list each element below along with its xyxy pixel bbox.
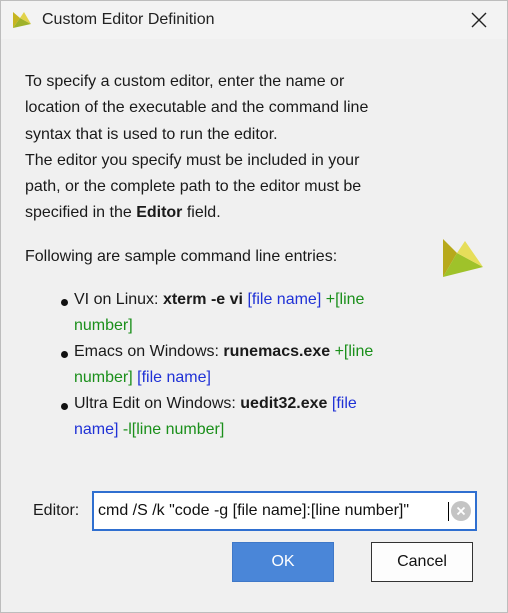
editor-field[interactable] xyxy=(92,491,477,531)
intro-line-2: location of the executable and the comma… xyxy=(25,99,369,117)
intro-line-1: To specify a custom editor, enter the na… xyxy=(25,73,345,90)
bullet-icon xyxy=(61,403,68,410)
custom-editor-dialog: Custom Editor Definition To specify a cu… xyxy=(0,0,508,613)
editor-input[interactable] xyxy=(98,493,450,529)
ok-button[interactable]: OK xyxy=(232,542,334,582)
text-cursor xyxy=(448,502,449,521)
intro-line-6: specified in the Editor field. xyxy=(25,204,221,222)
bullet-icon xyxy=(61,351,68,358)
samples-heading: Following are sample command line entrie… xyxy=(25,247,338,265)
list-item: Emacs on Windows: runemacs.exe +[line num… xyxy=(59,339,439,391)
list-item: Ultra Edit on Windows: uedit32.exe [file… xyxy=(59,391,439,443)
editor-field-reference: Editor xyxy=(136,204,183,222)
title-bar[interactable]: Custom Editor Definition xyxy=(1,1,507,39)
intro-line-5: path, or the complete path to the editor… xyxy=(25,178,362,196)
vivado-logo-icon xyxy=(13,12,31,28)
window-title: Custom Editor Definition xyxy=(42,11,215,28)
cancel-button[interactable]: Cancel xyxy=(371,542,473,582)
intro-line-4: The editor you specify must be included … xyxy=(25,151,360,169)
clear-icon xyxy=(456,506,466,516)
sample-list: VI on Linux: xterm -e vi [file name] +[l… xyxy=(59,287,439,443)
close-button[interactable] xyxy=(459,3,499,37)
vivado-logo-icon xyxy=(443,239,483,277)
description: To specify a custom editor, enter the na… xyxy=(25,69,465,270)
intro-line-3: syntax that is used to run the editor. xyxy=(25,125,278,143)
list-item: VI on Linux: xterm -e vi [file name] +[l… xyxy=(59,287,439,339)
editor-label: Editor: xyxy=(33,502,80,519)
clear-button[interactable] xyxy=(451,501,471,521)
close-icon xyxy=(471,12,487,28)
bullet-icon xyxy=(61,299,68,306)
